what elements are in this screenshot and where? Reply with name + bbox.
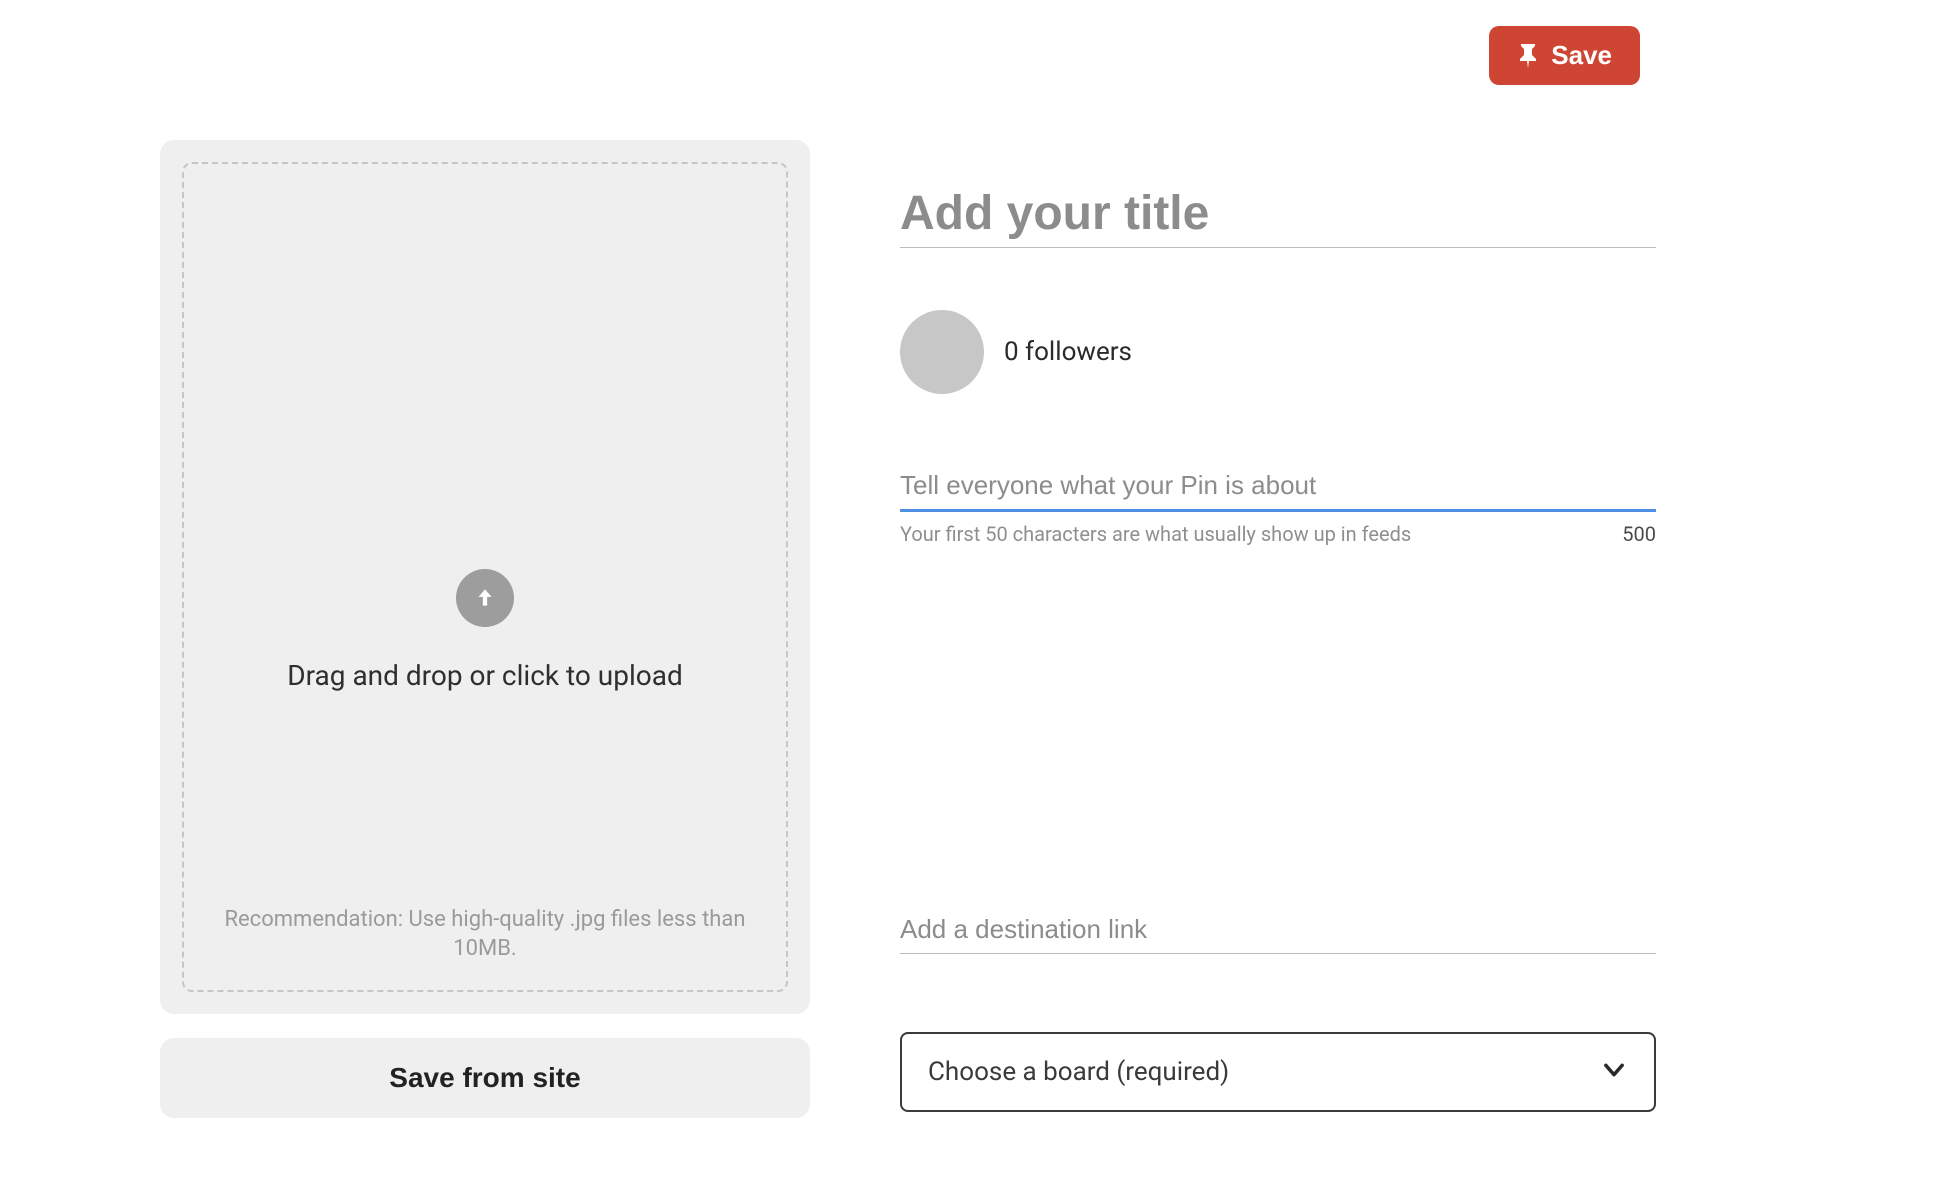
description-meta: Your first 50 characters are what usuall… (900, 522, 1656, 546)
description-char-limit: 500 (1622, 522, 1656, 546)
upload-card: Drag and drop or click to upload Recomme… (160, 140, 810, 1014)
description-input[interactable] (900, 462, 1656, 512)
upload-hint: Recommendation: Use high-quality .jpg fi… (184, 905, 786, 964)
right-column: 0 followers Your first 50 characters are… (900, 140, 1656, 1112)
save-button[interactable]: Save (1489, 26, 1640, 85)
save-button-label: Save (1551, 40, 1612, 71)
save-from-site-label: Save from site (389, 1062, 580, 1094)
board-select-label: Choose a board (required) (928, 1057, 1229, 1087)
user-row: 0 followers (900, 310, 1656, 394)
upload-label: Drag and drop or click to upload (287, 657, 683, 695)
upload-icon (456, 569, 514, 627)
description-hint: Your first 50 characters are what usuall… (900, 522, 1411, 546)
avatar[interactable] (900, 310, 984, 394)
destination-link-input[interactable] (900, 906, 1656, 954)
upload-dropzone[interactable]: Drag and drop or click to upload Recomme… (182, 162, 788, 992)
save-from-site-button[interactable]: Save from site (160, 1038, 810, 1118)
board-select[interactable]: Choose a board (required) (900, 1032, 1656, 1112)
title-input[interactable] (900, 180, 1656, 248)
left-column: Drag and drop or click to upload Recomme… (160, 140, 810, 1118)
chevron-down-icon (1600, 1056, 1628, 1088)
followers-text: 0 followers (1004, 337, 1132, 367)
pin-icon (1517, 42, 1539, 70)
